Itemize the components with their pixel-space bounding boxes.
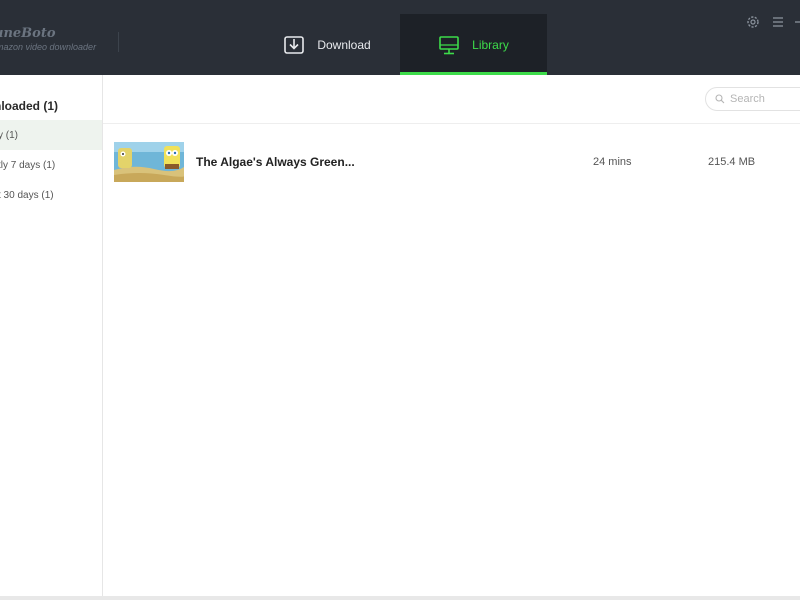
- video-thumbnail[interactable]: [114, 142, 184, 182]
- toolbar-divider: [103, 123, 800, 124]
- app-logo-subtitle: mazon video downloader: [0, 42, 97, 52]
- tab-download-label: Download: [317, 37, 371, 52]
- tab-library[interactable]: Library: [400, 14, 547, 75]
- video-title: The Algae's Always Green...: [196, 155, 355, 169]
- sidebar-item-label: y (1): [0, 130, 18, 141]
- app-logo-title: uneBoto: [0, 26, 56, 41]
- sidebar-item-last-30-days[interactable]: t 30 days (1): [0, 180, 102, 210]
- sidebar-item-last-7-days[interactable]: tly 7 days (1): [0, 150, 102, 180]
- sidebar-item-label: tly 7 days (1): [0, 160, 56, 171]
- sidebar-item-label: t 30 days (1): [0, 190, 54, 201]
- sidebar-item-today[interactable]: y (1): [0, 120, 102, 150]
- header-divider: [118, 32, 119, 52]
- search-input[interactable]: [730, 91, 800, 107]
- search-box[interactable]: [705, 87, 800, 111]
- sidebar: nloaded (1) y (1) tly 7 days (1) t 30 da…: [0, 75, 103, 596]
- library-panel: The Algae's Always Green... 24 mins 215.…: [103, 75, 800, 596]
- video-row[interactable]: The Algae's Always Green... 24 mins 215.…: [103, 141, 800, 183]
- tab-download[interactable]: Download: [254, 14, 400, 75]
- tab-library-label: Library: [472, 37, 509, 52]
- download-icon: [283, 35, 305, 55]
- window-bottom-edge: [0, 596, 800, 600]
- app-header: uneBoto mazon video downloader Download …: [0, 0, 800, 75]
- menu-icon[interactable]: [770, 14, 786, 30]
- sidebar-heading: nloaded (1): [0, 99, 59, 113]
- search-icon: [715, 94, 725, 104]
- video-duration: 24 mins: [593, 156, 632, 168]
- minimize-icon[interactable]: [792, 14, 800, 30]
- monitor-icon: [438, 35, 460, 55]
- video-size: 215.4 MB: [708, 156, 756, 168]
- gear-icon[interactable]: [745, 14, 761, 30]
